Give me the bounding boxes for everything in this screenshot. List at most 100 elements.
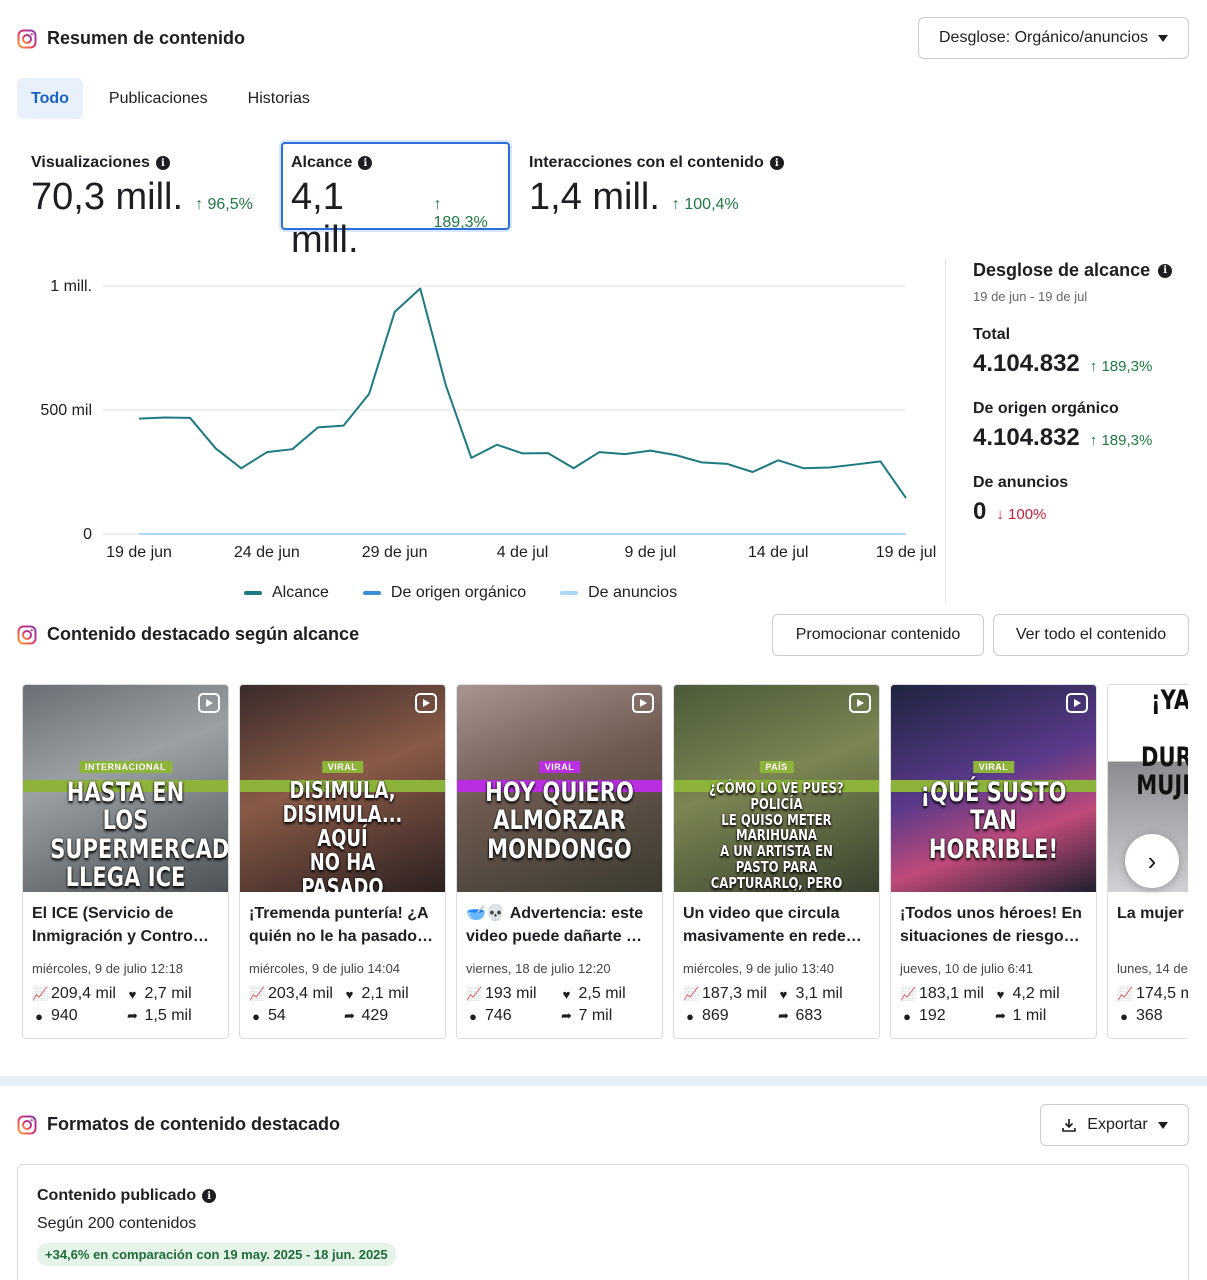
metric-views[interactable]: Visualizaciones i 70,3 mill. ↑ 96,5% — [31, 154, 253, 219]
featured-content-card[interactable]: VIRAL ¡QUÉ SUSTO TAN HORRIBLE! ¡Todos un… — [890, 684, 1097, 1039]
thumbnail-tag: INTERNACIONAL — [79, 761, 172, 773]
stat-value: 940 — [51, 1007, 78, 1024]
stat-value: 183,1 mil — [919, 985, 984, 1002]
stat-value: 429 — [361, 1007, 389, 1024]
instagram-icon — [17, 29, 37, 48]
legend-swatch — [244, 591, 262, 595]
metric-label: Visualizaciones — [31, 154, 150, 171]
shares-stat: ➦ 429 — [343, 1007, 437, 1025]
post-thumbnail: VIRAL ¡QUÉ SUSTO TAN HORRIBLE! — [891, 685, 1096, 892]
metric-label: Alcance — [291, 154, 353, 171]
breakdown-organic-value-row: 4.104.832 ↑ 189,3% — [973, 424, 1195, 452]
post-stats: 📈174,5 m ♥ ●368 ➦ — [1108, 976, 1188, 1025]
view-all-content-button[interactable]: Ver todo el contenido — [993, 614, 1189, 656]
breakdown-total-value-row: 4.104.832 ↑ 189,3% — [973, 350, 1195, 378]
x-tick-label: 19 de jun — [106, 544, 172, 561]
featured-content-card[interactable]: PAÍS ¿CÓMO LO VE PUES? POLICÍA LE QUISO … — [673, 684, 880, 1039]
breakdown-select[interactable]: Desglose: Orgánico/anuncios — [918, 17, 1189, 59]
section-title-text: Contenido destacado según alcance — [47, 624, 360, 644]
views-icon: 📈 — [466, 986, 483, 1001]
info-icon[interactable]: i — [358, 156, 373, 170]
post-thumbnail: VIRAL HOY QUIERO ALMORZAR MONDONGO — [457, 685, 662, 892]
share-icon: ➦ — [995, 1008, 1006, 1023]
info-icon[interactable]: i — [1158, 263, 1173, 278]
metric-reach[interactable]: Alcance i 4,1 mill. ↑ 189,3% — [281, 142, 510, 261]
series-line-alcance — [138, 287, 907, 499]
promote-content-button[interactable]: Promocionar contenido — [772, 614, 984, 656]
post-caption: ¡Tremenda puntería! ¿A quién no le ha pa… — [249, 905, 434, 945]
section-title-text: Formatos de contenido destacado — [47, 1114, 341, 1134]
featured-content-card[interactable]: VIRAL DISIMULA, DISIMULA... AQUÍ NO HA P… — [239, 684, 446, 1039]
reel-icon — [415, 693, 437, 713]
post-date: viernes, 18 de julio 12:20 — [466, 961, 611, 976]
legend-item-alcance[interactable]: Alcance — [244, 584, 329, 602]
metric-label-row: Visualizaciones i — [31, 154, 253, 172]
caret-down-icon — [1157, 1121, 1168, 1129]
thumbnail-headline: ¿CÓMO LO VE PUES? POLICÍA LE QUISO METER… — [709, 779, 844, 892]
post-date: lunes, 14 de — [1117, 961, 1188, 976]
breakdown-value: 4.104.832 — [973, 424, 1080, 451]
featured-content-carousel: INTERNACIONAL HASTA EN LOS SUPERMERCADOS… — [22, 684, 1188, 1040]
breakdown-organic-label: De origen orgánico — [973, 400, 1119, 417]
thumbnail-tag: VIRAL — [538, 761, 581, 773]
post-thumbnail: INTERNACIONAL HASTA EN LOS SUPERMERCADOS… — [23, 685, 228, 892]
panel-subtitle: Según 200 contenidos — [37, 1215, 197, 1232]
views-stat: 📈 187,3 mil — [683, 985, 777, 1003]
tab-historias[interactable]: Historias — [234, 78, 324, 119]
post-caption: El ICE (Servicio de Inmigración y Contro… — [32, 905, 209, 945]
post-thumbnail: PAÍS ¿CÓMO LO VE PUES? POLICÍA LE QUISO … — [674, 685, 879, 892]
breakdown-value: 0 — [973, 498, 987, 525]
metric-interactions[interactable]: Interacciones con el contenido i 1,4 mill… — [529, 154, 784, 219]
legend-label: Alcance — [272, 584, 329, 601]
shares-stat: ➦ 7 mil — [560, 1007, 654, 1025]
x-tick-label: 4 de jul — [497, 544, 549, 561]
post-stats: 📈 187,3 mil ♥ 3,1 mil ● 869 ➦ 683 — [674, 976, 879, 1025]
export-button[interactable]: Exportar — [1040, 1104, 1189, 1146]
tab-publicaciones[interactable]: Publicaciones — [95, 78, 222, 119]
thumbnail-headline: DISIMULA, DISIMULA... AQUÍ NO HA PASADO … — [282, 778, 403, 892]
download-icon — [1062, 1119, 1077, 1132]
featured-content-card[interactable]: INTERNACIONAL HASTA EN LOS SUPERMERCADOS… — [22, 684, 229, 1039]
featured-content-card[interactable]: VIRAL HOY QUIERO ALMORZAR MONDONGO 🥣💀 Ad… — [456, 684, 663, 1039]
post-caption: ¡Todos unos héroes! En situaciones de ri… — [900, 905, 1082, 945]
info-icon[interactable]: i — [202, 1189, 217, 1203]
stat-value: 174,5 m — [1136, 985, 1188, 1002]
thumbnail-tag: VIRAL — [321, 761, 364, 773]
thumbnail-tag: VIRAL — [972, 761, 1015, 773]
post-stats: 📈 209,4 mil ♥ 2,7 mil ● 940 ➦ 1,5 mil — [23, 976, 228, 1025]
post-date: jueves, 10 de julio 6:41 — [900, 961, 1033, 976]
post-thumbnail: VIRAL DISIMULA, DISIMULA... AQUÍ NO HA P… — [240, 685, 445, 892]
comments-stat: ● 192 — [900, 1007, 994, 1025]
comments-stat: ● 869 — [683, 1007, 777, 1025]
published-content-panel: Contenido publicado i Según 200 contenido… — [17, 1164, 1189, 1280]
likes-stat: ♥ 4,2 mil — [994, 985, 1088, 1003]
legend-item-anuncios[interactable]: De anuncios — [560, 584, 677, 602]
stat-value: 7 mil — [578, 1007, 613, 1024]
breakdown-dates: 19 de jun - 19 de jul — [973, 289, 1088, 304]
info-icon[interactable]: i — [155, 156, 170, 170]
stat-value: 3,1 mil — [795, 985, 843, 1002]
x-tick-label: 29 de jun — [362, 544, 428, 561]
info-icon[interactable]: i — [769, 156, 784, 170]
post-date: miércoles, 9 de julio 13:40 — [683, 961, 835, 976]
thumbnail-headline: HASTA EN LOS SUPERMERCADOS LLEGA ICE — [50, 777, 228, 892]
likes-stat: ♥ 2,7 mil — [126, 985, 220, 1003]
panel-title-row: Contenido publicado i — [37, 1187, 1169, 1205]
views-stat: 📈 209,4 mil — [32, 985, 126, 1003]
metric-value-row: 1,4 mill. ↑ 100,4% — [529, 176, 784, 219]
metric-label-row: Alcance i — [291, 154, 500, 172]
breakdown-ads-value-row: 0 ↓ 100% — [973, 498, 1195, 526]
share-icon: ➦ — [127, 1008, 138, 1023]
comment-icon: ● — [252, 1008, 260, 1024]
legend-item-organico[interactable]: De origen orgánico — [362, 584, 526, 602]
tab-todo[interactable]: Todo — [17, 78, 83, 119]
legend-label: De anuncios — [588, 584, 678, 601]
shares-stat: ➦ 683 — [777, 1007, 871, 1025]
content-summary-title: Resumen de contenido — [17, 28, 245, 49]
thumbnail-tag: PAÍS — [759, 761, 794, 773]
content-formats-title: Formatos de contenido destacado — [17, 1114, 340, 1135]
metric-change: ↑ 100,4% — [671, 196, 739, 213]
metric-value-row: 70,3 mill. ↑ 96,5% — [31, 176, 253, 219]
carousel-next-button[interactable]: › — [1125, 834, 1179, 888]
stat-value: 2,7 mil — [144, 985, 192, 1002]
